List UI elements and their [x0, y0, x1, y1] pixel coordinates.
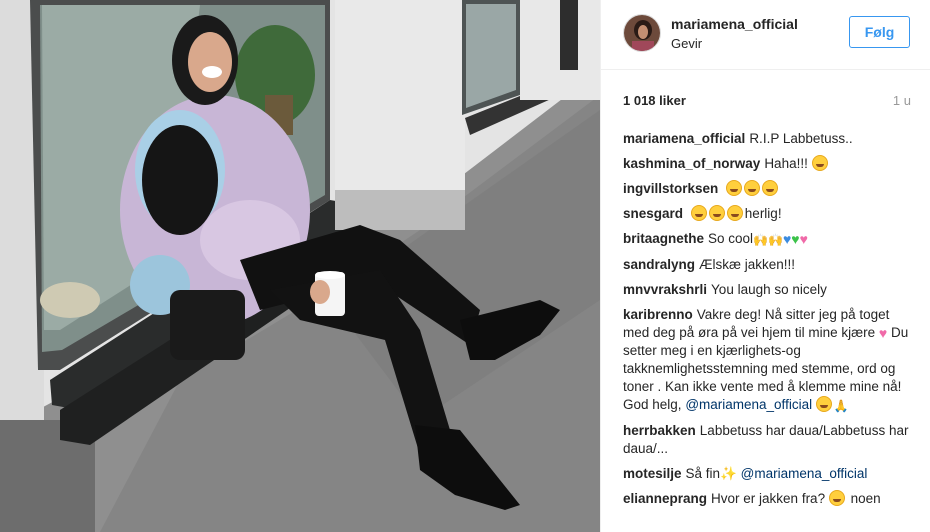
comment-username[interactable]: snesgard	[623, 206, 683, 221]
follow-button[interactable]: Følg	[849, 16, 910, 48]
sparkles-emoji-icon: ✨	[720, 466, 737, 481]
comment-username[interactable]: herrbakken	[623, 423, 696, 438]
sparkling-heart-emoji-icon: ♥	[878, 325, 888, 341]
comment-text: noen	[850, 491, 881, 506]
comment-text: herlig!	[744, 206, 782, 221]
comment-item: kashmina_of_norway Haha!!!	[623, 155, 913, 173]
post-stats: 1 018 liker 1 u	[623, 93, 911, 111]
comment-text: Haha!!!	[764, 156, 808, 171]
comment-item: ingvillstorksen	[623, 180, 913, 198]
laughing-crying-emoji-icon	[762, 180, 779, 196]
comment-mention[interactable]: @mariamena_official	[685, 397, 812, 412]
heart-eyes-cat-emoji-icon	[828, 490, 845, 506]
comment-username[interactable]: kashmina_of_norway	[623, 156, 760, 171]
comment-item: snesgard herlig!	[623, 205, 913, 223]
laughing-crying-emoji-icon	[708, 205, 725, 221]
sparkling-heart-emoji-icon: ♥	[799, 231, 808, 247]
comment-item: mnvvrakshrli You laugh so nicely	[623, 281, 913, 299]
laughing-crying-emoji-icon	[811, 155, 828, 171]
comment-item: britaagnethe So cool🙌🙌♥♥♥	[623, 230, 913, 249]
comment-username[interactable]: mnvvrakshrli	[623, 282, 707, 297]
kiss-emoji-icon	[815, 396, 832, 412]
avatar[interactable]	[623, 14, 661, 52]
comment-item: motesilje Så fin✨ @mariamena_official	[623, 465, 913, 483]
blue-heart-emoji-icon: ♥	[782, 231, 792, 247]
comment-username[interactable]: sandralyng	[623, 257, 695, 272]
laughing-crying-emoji-icon	[726, 180, 743, 196]
laughing-crying-emoji-icon	[726, 205, 743, 221]
comment-item: sandralyng Ælskæ jakken!!!	[623, 256, 913, 274]
comment-item: mariamena_official R.I.P Labbetuss..	[623, 130, 913, 148]
post-photo[interactable]	[0, 0, 600, 532]
comment-list: mariamena_official R.I.P Labbetuss.. kash…	[623, 130, 913, 515]
like-count[interactable]: 1 018 liker	[623, 93, 686, 108]
post-time[interactable]: 1 u	[893, 93, 911, 108]
post-header: mariamena_official Gevir Følg	[601, 0, 930, 70]
avatar-image	[624, 15, 660, 51]
post-image	[0, 0, 600, 532]
comment-username[interactable]: elianneprang	[623, 491, 707, 506]
comment-item: karibrenno Vakre deg! Nå sitter jeg på to…	[623, 306, 913, 415]
comment-username[interactable]: ingvillstorksen	[623, 181, 718, 196]
praying-hands-emoji-icon: 🙏	[833, 399, 849, 413]
comment-text: R.I.P Labbetuss..	[749, 131, 853, 146]
comment-text: Ælskæ jakken!!!	[699, 257, 796, 272]
comment-text: You laugh so nicely	[711, 282, 827, 297]
post-side-panel: mariamena_official Gevir Følg 1 018 like…	[600, 0, 930, 532]
comment-text: So cool	[708, 231, 754, 246]
green-heart-emoji-icon: ♥	[791, 231, 800, 247]
raised-hands-emoji-icon: 🙌🙌	[753, 233, 783, 247]
comment-mention[interactable]: @mariamena_official	[741, 466, 868, 481]
post-location[interactable]: Gevir	[671, 36, 702, 51]
comment-item: herrbakken Labbetuss har daua/Labbetuss h…	[623, 422, 913, 458]
comment-username[interactable]: mariamena_official	[623, 131, 745, 146]
comment-username[interactable]: motesilje	[623, 466, 682, 481]
comment-username[interactable]: karibrenno	[623, 307, 693, 322]
comment-text: Så fin	[685, 466, 721, 481]
comment-username[interactable]: britaagnethe	[623, 231, 704, 246]
comment-item: elianneprang Hvor er jakken fra? noen	[623, 490, 913, 508]
laughing-crying-emoji-icon	[744, 180, 761, 196]
comment-text: Hvor er jakken fra?	[711, 491, 826, 506]
post-username[interactable]: mariamena_official	[671, 16, 798, 32]
laughing-crying-emoji-icon	[690, 205, 707, 221]
